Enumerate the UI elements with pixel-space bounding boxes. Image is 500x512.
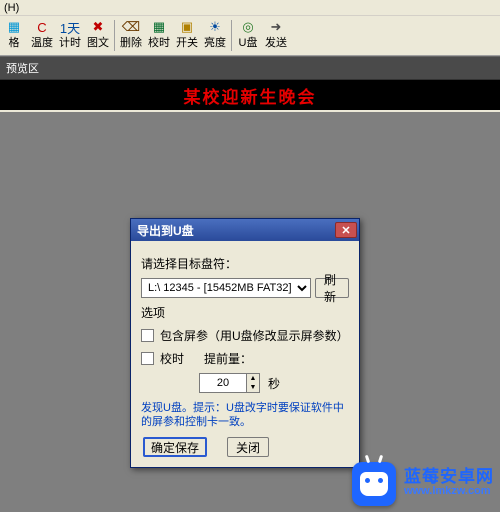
- toolbar-U盘[interactable]: ◎U盘: [234, 16, 262, 55]
- calibrate-time-checkbox[interactable]: [141, 352, 154, 365]
- toolbar-label: 校时: [145, 36, 173, 50]
- dialog-titlebar[interactable]: 导出到U盘 ✕: [131, 219, 359, 241]
- advance-spinner[interactable]: ▲ ▼: [246, 373, 260, 393]
- close-icon: ✕: [341, 224, 350, 237]
- dialog-title: 导出到U盘: [137, 222, 194, 239]
- calibrate-time-label: 校时: [160, 350, 194, 367]
- ok-save-button[interactable]: 确定保存: [143, 437, 207, 457]
- toolbar-label: 图文: [84, 36, 112, 50]
- close-button[interactable]: 关闭: [227, 437, 269, 457]
- toolbar-格[interactable]: ▦格: [0, 16, 28, 55]
- spin-up-icon[interactable]: ▲: [247, 374, 259, 383]
- include-params-checkbox[interactable]: [141, 329, 154, 342]
- drive-select[interactable]: L:\ 12345 - [15452MB FAT32]: [141, 278, 311, 298]
- watermark-logo-icon: [352, 462, 396, 506]
- watermark-name: 蓝莓安卓网: [404, 469, 494, 484]
- watermark-url: www.lmkzw.com: [404, 484, 494, 499]
- usb-icon: ◎: [234, 18, 262, 36]
- toolbar-计时[interactable]: 1天计时: [56, 16, 84, 55]
- advance-input[interactable]: [199, 373, 247, 393]
- toolbar-separator: [114, 20, 115, 51]
- toolbar-开关[interactable]: ▣开关: [173, 16, 201, 55]
- toolbar-label: 亮度: [201, 36, 229, 50]
- spin-down-icon[interactable]: ▼: [247, 383, 259, 392]
- toolbar-发送[interactable]: ➜发送: [262, 16, 290, 55]
- delete-icon: ⌫: [117, 18, 145, 36]
- toolbar-图文[interactable]: ✖图文: [84, 16, 112, 55]
- toolbar-温度[interactable]: C温度: [28, 16, 56, 55]
- toolbar-label: 计时: [56, 36, 84, 50]
- advance-label: 提前量：: [204, 350, 252, 367]
- toolbar-label: 开关: [173, 36, 201, 50]
- switch-icon: ▣: [173, 18, 201, 36]
- image-icon: ✖: [84, 18, 112, 36]
- options-label: 选项: [141, 304, 349, 321]
- thermometer-icon: C: [28, 18, 56, 36]
- send-icon: ➜: [262, 18, 290, 36]
- menu-help[interactable]: (H): [4, 2, 19, 14]
- advance-unit: 秒: [268, 375, 280, 392]
- toolbar-删除[interactable]: ⌫删除: [117, 16, 145, 55]
- led-preview-banner: 某校迎新生晚会: [0, 80, 500, 110]
- toolbar: ▦格C温度1天计时✖图文⌫删除▦校时▣开关☀亮度◎U盘➜发送: [0, 16, 500, 56]
- refresh-button[interactable]: 刷新: [315, 278, 349, 298]
- dialog-close-button[interactable]: ✕: [335, 222, 357, 238]
- bright-icon: ☀: [201, 18, 229, 36]
- banner-text: 某校迎新生晚会: [184, 83, 317, 108]
- toolbar-separator: [231, 20, 232, 51]
- drive-prompt: 请选择目标盘符：: [141, 255, 349, 272]
- toolbar-label: 删除: [117, 36, 145, 50]
- grid-icon: ▦: [0, 18, 28, 36]
- usb-hint: 发现U盘。提示：U盘改字时要保证软件中的屏参和控制卡一致。: [141, 401, 349, 429]
- toolbar-label: U盘: [234, 36, 262, 50]
- watermark: 蓝莓安卓网 www.lmkzw.com: [352, 462, 494, 506]
- export-usb-dialog: 导出到U盘 ✕ 请选择目标盘符： L:\ 12345 - [15452MB FA…: [130, 218, 360, 468]
- toolbar-label: 温度: [28, 36, 56, 50]
- clock-icon: 1天: [56, 18, 84, 36]
- menu-bar[interactable]: (H): [0, 0, 500, 16]
- toolbar-label: 发送: [262, 36, 290, 50]
- toolbar-label: 格: [0, 36, 28, 50]
- preview-panel-label: 预览区: [0, 56, 500, 80]
- cal-icon: ▦: [145, 18, 173, 36]
- toolbar-亮度[interactable]: ☀亮度: [201, 16, 229, 55]
- toolbar-校时[interactable]: ▦校时: [145, 16, 173, 55]
- include-params-label: 包含屏参（用U盘修改显示屏参数）: [160, 327, 349, 344]
